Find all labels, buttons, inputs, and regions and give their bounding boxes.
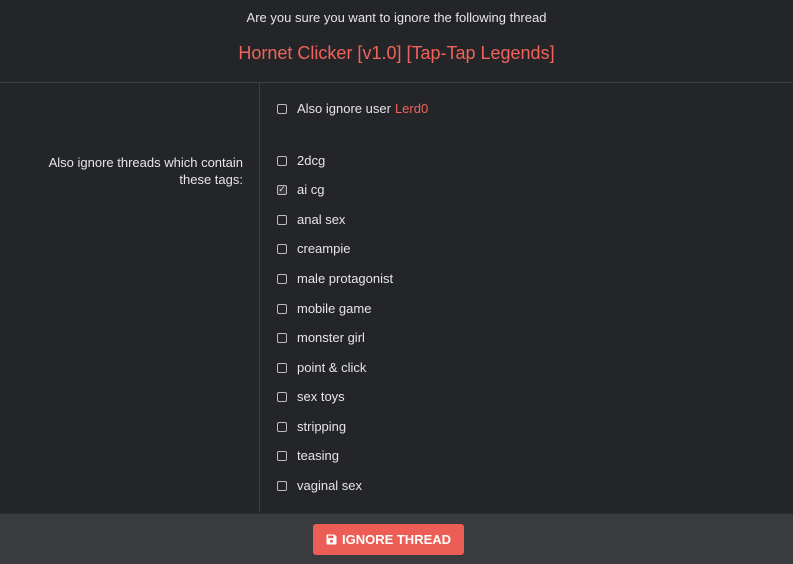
tag-label: monster girl <box>297 330 365 345</box>
tag-checkbox[interactable] <box>277 214 287 225</box>
tag-label: male protagonist <box>297 271 394 286</box>
ignore-thread-button[interactable]: IGNORE THREAD <box>313 524 464 555</box>
tag-option[interactable]: male protagonist <box>277 271 393 286</box>
tag-checkbox[interactable] <box>277 303 287 314</box>
tag-label: ai cg <box>297 182 325 197</box>
tag-option[interactable]: anal sex <box>277 212 345 227</box>
tag-checkbox[interactable] <box>277 362 287 373</box>
tag-label: anal sex <box>297 212 346 227</box>
tag-label: sex toys <box>297 389 345 404</box>
tag-label: vaginal sex <box>297 478 363 493</box>
tag-checkbox[interactable] <box>277 421 287 432</box>
tag-option[interactable]: ✓ ai cg <box>277 182 324 197</box>
tag-checkbox[interactable] <box>277 273 287 284</box>
tag-checkbox[interactable] <box>277 155 287 166</box>
tag-option[interactable]: creampie <box>277 241 350 256</box>
tag-label: teasing <box>297 448 339 463</box>
tag-option[interactable]: sex toys <box>277 389 345 404</box>
tag-label: stripping <box>297 419 347 434</box>
tag-label: mobile game <box>297 301 372 316</box>
ignore-thread-button-label: IGNORE THREAD <box>341 532 452 547</box>
tag-option[interactable]: 2dcg <box>277 153 325 168</box>
tag-checkbox[interactable] <box>277 332 287 343</box>
tag-label: creampie <box>297 241 351 256</box>
tag-option[interactable]: point & click <box>277 360 366 375</box>
ignore-thread-dialog: Are you sure you want to ignore the foll… <box>0 0 793 564</box>
label-column: Also ignore threads which contain these … <box>0 83 260 512</box>
tag-checkbox[interactable] <box>277 480 287 491</box>
ignore-user-checkbox[interactable] <box>277 103 287 114</box>
tags-label: Also ignore threads which contain these … <box>48 155 243 187</box>
tag-option[interactable]: vaginal sex <box>277 478 362 493</box>
dialog-footer: IGNORE THREAD <box>0 513 793 564</box>
ignore-user-option[interactable]: Also ignore user Lerd0 <box>277 101 428 116</box>
tag-checkbox[interactable] <box>277 450 287 461</box>
tag-label: point & click <box>297 360 367 375</box>
dialog-header: Are you sure you want to ignore the foll… <box>0 0 793 83</box>
save-icon <box>326 534 337 545</box>
ignore-user-label: Also ignore user <box>297 101 391 116</box>
tag-label: 2dcg <box>297 153 326 168</box>
tag-checkbox[interactable] <box>277 391 287 402</box>
tag-checkbox[interactable]: ✓ <box>277 184 287 195</box>
tag-option[interactable]: stripping <box>277 419 346 434</box>
tag-option[interactable]: mobile game <box>277 301 371 316</box>
dialog-body: Also ignore threads which contain these … <box>0 83 793 512</box>
tag-checkbox[interactable] <box>277 243 287 254</box>
tag-option[interactable]: monster girl <box>277 330 365 345</box>
username-link[interactable]: Lerd0 <box>395 101 428 116</box>
confirm-question: Are you sure you want to ignore the foll… <box>246 10 547 25</box>
tag-option[interactable]: teasing <box>277 448 339 463</box>
thread-title: Hornet Clicker [v1.0] [Tap-Tap Legends] <box>238 43 555 63</box>
